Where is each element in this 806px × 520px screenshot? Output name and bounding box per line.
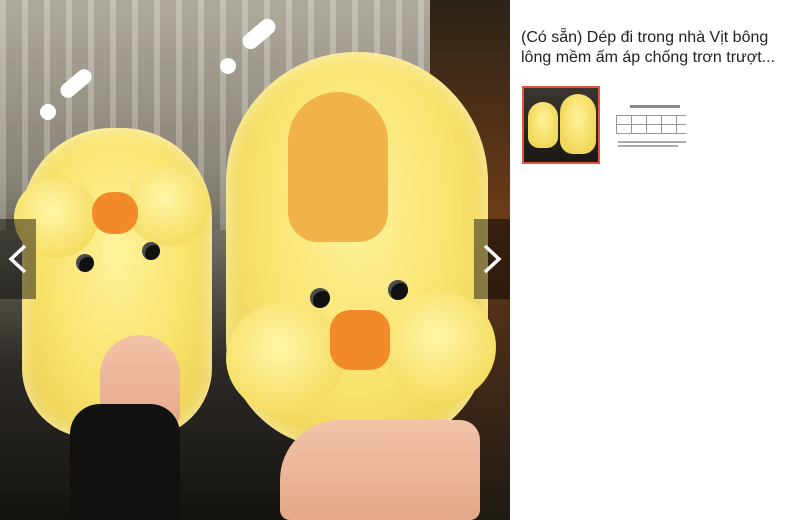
slipper-eye xyxy=(142,242,160,260)
thumbnail-slipper xyxy=(560,94,596,154)
thumbnail-photo[interactable] xyxy=(522,86,600,164)
size-chart-table xyxy=(616,115,686,134)
carousel-prev-button[interactable] xyxy=(0,219,36,299)
size-chart-note xyxy=(618,141,686,143)
sleep-dot xyxy=(40,104,56,120)
thumbnail-size-chart[interactable] xyxy=(609,86,687,164)
right-duck-slipper xyxy=(226,52,496,448)
slipper-cheek xyxy=(226,302,344,414)
slipper-beak xyxy=(330,310,390,370)
slipper-beak xyxy=(92,192,138,234)
product-title: (Có sẵn) Dép đi trong nhà Vịt bông lông … xyxy=(521,29,776,66)
chevron-right-icon xyxy=(483,244,502,274)
slipper-eye xyxy=(388,280,408,300)
sleep-dot xyxy=(220,58,236,74)
slipper-cheek xyxy=(386,292,496,402)
sleeve xyxy=(70,404,180,520)
holding-hand xyxy=(280,420,480,520)
chevron-left-icon xyxy=(8,244,27,274)
main-product-image[interactable] xyxy=(0,0,510,520)
size-chart-heading xyxy=(630,105,680,108)
slipper-eye xyxy=(310,288,330,308)
product-gallery-page: (Có sẵn) Dép đi trong nhà Vịt bông lông … xyxy=(0,0,806,520)
slipper-cheek xyxy=(126,166,210,246)
carousel-next-button[interactable] xyxy=(474,219,510,299)
slipper-opening xyxy=(288,92,388,242)
slipper-eye xyxy=(76,254,94,272)
size-chart-note xyxy=(618,145,678,147)
thumbnail-slipper xyxy=(528,102,558,148)
